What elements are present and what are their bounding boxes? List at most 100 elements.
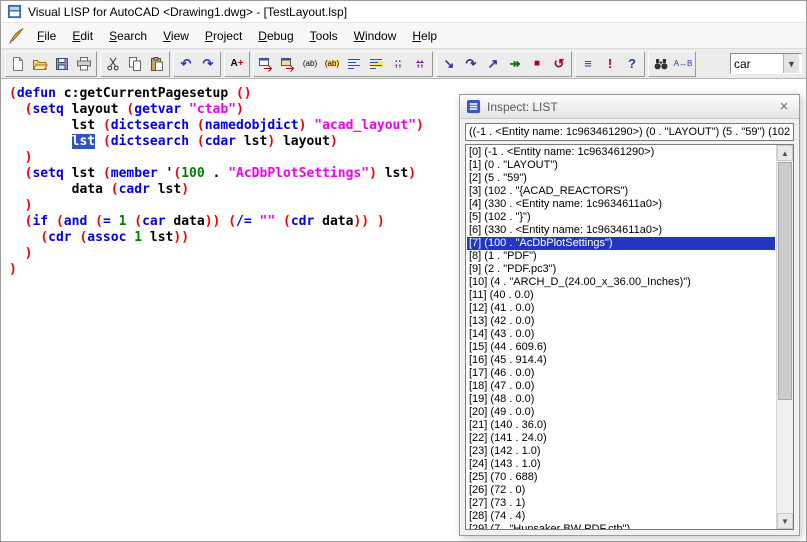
- list-item[interactable]: [0] (-1 . <Entity name: 1c963461290>): [467, 146, 775, 159]
- find-replace-button[interactable]: A↔B: [672, 53, 694, 75]
- step-out-icon: ↗: [487, 56, 499, 71]
- list-item[interactable]: [23] (142 . 1.0): [467, 445, 775, 458]
- symbol-combo[interactable]: ▼: [730, 53, 802, 74]
- menu-tools[interactable]: Tools: [302, 24, 346, 48]
- load-active-window-button[interactable]: [255, 53, 277, 75]
- list-item[interactable]: [6] (330 . <Entity name: 1c9634611a0>): [467, 224, 775, 237]
- menu-help[interactable]: Help: [404, 24, 445, 48]
- paste-button[interactable]: [146, 53, 168, 75]
- step-over-button[interactable]: ↷: [460, 53, 482, 75]
- scroll-up-icon[interactable]: ▲: [777, 145, 793, 161]
- list-item[interactable]: [24] (143 . 1.0): [467, 458, 775, 471]
- inspect-list: [0] (-1 . <Entity name: 1c963461290>) [1]…: [465, 144, 794, 530]
- error-trace-button[interactable]: ≡: [577, 53, 599, 75]
- format-edit-window-button[interactable]: [343, 53, 365, 75]
- cut-button[interactable]: [102, 53, 124, 75]
- list-item[interactable]: [20] (49 . 0.0): [467, 406, 775, 419]
- last-break-icon: !: [607, 56, 613, 71]
- open-file-button[interactable]: [29, 53, 51, 75]
- step-out-button[interactable]: ↗: [482, 53, 504, 75]
- check-edit-window-button[interactable]: (ab): [299, 53, 321, 75]
- list-item[interactable]: [1] (0 . "LAYOUT"): [467, 159, 775, 172]
- list-item[interactable]: [17] (46 . 0.0): [467, 367, 775, 380]
- load-selection-button[interactable]: [277, 53, 299, 75]
- new-file-button[interactable]: [7, 53, 29, 75]
- list-item[interactable]: [8] (1 . "PDF"): [467, 250, 775, 263]
- app-icon: [7, 4, 22, 19]
- menu-search[interactable]: Search: [101, 24, 155, 48]
- inspect-icon: [466, 99, 481, 114]
- redo-button[interactable]: ↷: [197, 53, 219, 75]
- menu-project[interactable]: Project: [197, 24, 250, 48]
- list-item[interactable]: [15] (44 . 609.6): [467, 341, 775, 354]
- inspect-window: Inspect: LIST × ((-1 . <Entity name: 1c9…: [459, 94, 800, 536]
- print-icon: [76, 56, 92, 72]
- comment-block-icon: ;;: [394, 57, 402, 69]
- copy-button[interactable]: [124, 53, 146, 75]
- step-into-button[interactable]: ↘: [438, 53, 460, 75]
- scrollbar-thumb[interactable]: [778, 162, 792, 400]
- list-item[interactable]: [19] (48 . 0.0): [467, 393, 775, 406]
- complete-word-button[interactable]: A+: [226, 53, 248, 75]
- redo-icon: ↷: [202, 56, 214, 71]
- list-item[interactable]: [22] (141 . 24.0): [467, 432, 775, 445]
- quit-button[interactable]: ■: [526, 53, 548, 75]
- help-button[interactable]: ?: [621, 53, 643, 75]
- continue-button[interactable]: ↠: [504, 53, 526, 75]
- list-item[interactable]: [21] (140 . 36.0): [467, 419, 775, 432]
- save-file-icon: [54, 56, 70, 72]
- uncomment-block-button[interactable]: ;;: [409, 53, 431, 75]
- list-item[interactable]: [29] (7 . "Hunsaker BW PDF.ctb"): [467, 523, 775, 529]
- toolbar-group: ↘ ↷ ↗ ↠ ■ ↺: [436, 50, 572, 77]
- list-item[interactable]: [28] (74 . 4): [467, 510, 775, 523]
- scroll-down-icon[interactable]: ▼: [777, 513, 793, 529]
- menu-file[interactable]: File: [29, 24, 64, 48]
- last-break-button[interactable]: !: [599, 53, 621, 75]
- close-icon[interactable]: ×: [775, 99, 793, 114]
- list-item[interactable]: [11] (40 . 0.0): [467, 289, 775, 302]
- list-item[interactable]: [9] (2 . "PDF.pc3"): [467, 263, 775, 276]
- list-item[interactable]: [27] (73 . 1): [467, 497, 775, 510]
- comment-block-button[interactable]: ;;: [387, 53, 409, 75]
- reset-button[interactable]: ↺: [548, 53, 570, 75]
- reset-icon: ↺: [553, 56, 565, 71]
- format-selection-button[interactable]: [365, 53, 387, 75]
- list-item[interactable]: [12] (41 . 0.0): [467, 302, 775, 315]
- symbol-combo-input[interactable]: [731, 55, 783, 72]
- undo-button[interactable]: ↶: [175, 53, 197, 75]
- quill-pen-icon: [3, 27, 29, 45]
- toolbar-group: [100, 50, 170, 77]
- scrollbar[interactable]: ▲ ▼: [776, 145, 793, 529]
- inspect-title-bar[interactable]: Inspect: LIST ×: [460, 95, 799, 119]
- menu-view[interactable]: View: [155, 24, 197, 48]
- list-item[interactable]: [3] (102 . "{ACAD_REACTORS"): [467, 185, 775, 198]
- list-item[interactable]: [4] (330 . <Entity name: 1c9634611a0>): [467, 198, 775, 211]
- menu-window[interactable]: Window: [346, 24, 405, 48]
- list-item[interactable]: [10] (4 . "ARCH_D_(24.00_x_36.00_Inches)…: [467, 276, 775, 289]
- complete-word-icon: A+: [230, 57, 244, 69]
- find-button[interactable]: [650, 53, 672, 75]
- list-item[interactable]: [13] (42 . 0.0): [467, 315, 775, 328]
- chevron-down-icon[interactable]: ▼: [783, 54, 799, 73]
- help-icon: ?: [628, 56, 636, 71]
- inspect-value-field[interactable]: ((-1 . <Entity name: 1c963461290>) (0 . …: [465, 123, 794, 141]
- paste-icon: [149, 56, 165, 72]
- list-item[interactable]: [14] (43 . 0.0): [467, 328, 775, 341]
- toolbar-group: A↔B: [648, 50, 696, 77]
- check-selection-button[interactable]: (ab): [321, 53, 343, 75]
- menu-debug[interactable]: Debug: [250, 24, 301, 48]
- save-file-button[interactable]: [51, 53, 73, 75]
- list-item[interactable]: [25] (70 . 688): [467, 471, 775, 484]
- error-trace-icon: ≡: [584, 56, 592, 71]
- list-item[interactable]: [2] (5 . "59"): [467, 172, 775, 185]
- list-item[interactable]: [7] (100 . "AcDbPlotSettings"): [467, 237, 775, 250]
- list-item[interactable]: [26] (72 . 0): [467, 484, 775, 497]
- list-item[interactable]: [5] (102 . "}"): [467, 211, 775, 224]
- toolbar-group: [5, 50, 97, 77]
- menu-edit[interactable]: Edit: [64, 24, 101, 48]
- check-edit-window-icon: (ab): [302, 58, 318, 68]
- list-item[interactable]: [16] (45 . 914.4): [467, 354, 775, 367]
- list-item[interactable]: [18] (47 . 0.0): [467, 380, 775, 393]
- print-button[interactable]: [73, 53, 95, 75]
- continue-icon: ↠: [509, 56, 521, 71]
